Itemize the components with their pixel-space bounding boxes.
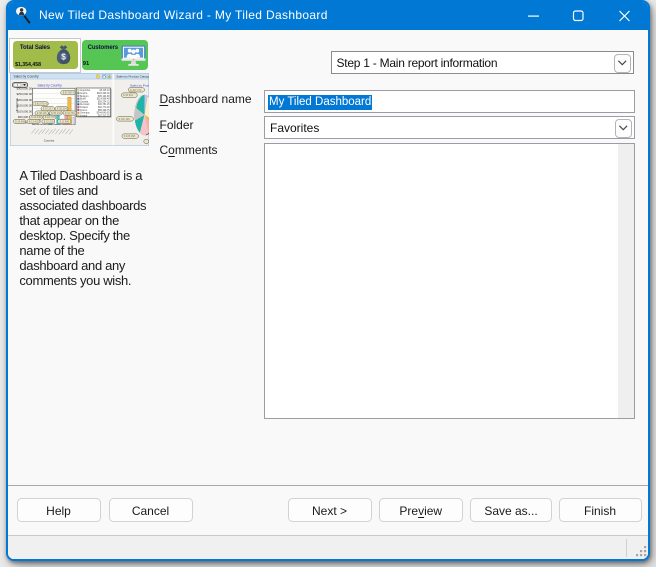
svg-text:$300,000.00: $300,000.00 bbox=[16, 87, 32, 91]
svg-text:$ 18,770: $ 18,770 bbox=[45, 116, 55, 119]
svg-text:$ 24,640: $ 24,640 bbox=[31, 116, 41, 119]
svg-text:$ 102,196: $ 102,196 bbox=[119, 118, 131, 121]
svg-text:Argentina: Argentina bbox=[80, 89, 91, 92]
svg-text:$ 87,987.65: $ 87,987.65 bbox=[63, 92, 77, 95]
svg-text:$ 13,432: $ 13,432 bbox=[29, 120, 39, 123]
svg-text:Sales by Product: Sales by Product bbox=[130, 83, 149, 87]
svg-text:$85,498.76: $85,498.76 bbox=[98, 110, 110, 112]
svg-text:$35,134.80: $35,134.80 bbox=[98, 96, 110, 98]
svg-text:$ 38,115: $ 38,115 bbox=[37, 112, 47, 115]
svg-text:$ 34,781: $ 34,781 bbox=[65, 112, 75, 115]
svg-text:$: $ bbox=[61, 53, 66, 62]
svg-text:Canada: Canada bbox=[80, 101, 89, 103]
svg-text:$ 11,496: $ 11,496 bbox=[60, 120, 70, 123]
svg-text:$ 94,612: $ 94,612 bbox=[123, 94, 133, 97]
svg-text:Finland: Finland bbox=[80, 107, 88, 109]
svg-text:$114,968.48: $114,968.48 bbox=[97, 99, 110, 101]
svg-text:Austria: Austria bbox=[80, 92, 88, 95]
svg-text:$57,317.25: $57,317.25 bbox=[98, 115, 110, 117]
svg-text:Total Price: Total Price bbox=[15, 97, 19, 111]
svg-text:France: France bbox=[80, 109, 88, 112]
svg-text:$118,496.00: $118,496.00 bbox=[97, 93, 110, 95]
svg-text:$ 35,134: $ 35,134 bbox=[51, 112, 61, 115]
svg-text:$ 14,968: $ 14,968 bbox=[15, 120, 25, 123]
svg-text:$244,640.63: $244,640.63 bbox=[97, 113, 111, 115]
svg-text:Denmark: Denmark bbox=[80, 103, 90, 106]
svg-text:Germany: Germany bbox=[80, 112, 90, 115]
svg-text:$ 55,334: $ 55,334 bbox=[57, 108, 67, 111]
svg-text:$250,000.00: $250,000.00 bbox=[16, 92, 32, 96]
svg-text:$ 107,172: $ 107,172 bbox=[130, 89, 142, 92]
svg-text:$ 85,675.41: $ 85,675.41 bbox=[35, 103, 49, 106]
svg-text:$ 105,268: $ 105,268 bbox=[124, 135, 136, 138]
svg-text:Country: Country bbox=[44, 139, 55, 143]
svg-text:$55,334.10: $55,334.10 bbox=[98, 101, 110, 103]
svg-text:Belgium: Belgium bbox=[80, 96, 88, 98]
svg-text:$18,770.00: $18,770.00 bbox=[98, 107, 110, 109]
svg-text:$ 57,317: $ 57,317 bbox=[43, 108, 53, 111]
svg-text:$34,781.25: $34,781.25 bbox=[98, 104, 110, 106]
svg-text:38,115.10: 38,115.10 bbox=[99, 90, 110, 92]
svg-text:Brazil: Brazil bbox=[80, 98, 86, 101]
svg-text:$ 12,110: $ 12,110 bbox=[44, 120, 54, 123]
svg-text:Sales by Product Category: Sales by Product Category bbox=[116, 75, 149, 79]
svg-text:Ireland: Ireland bbox=[80, 114, 88, 117]
svg-text:Sales by Country: Sales by Country bbox=[14, 75, 39, 79]
svg-text:Sales by Country: Sales by Country bbox=[38, 84, 63, 88]
